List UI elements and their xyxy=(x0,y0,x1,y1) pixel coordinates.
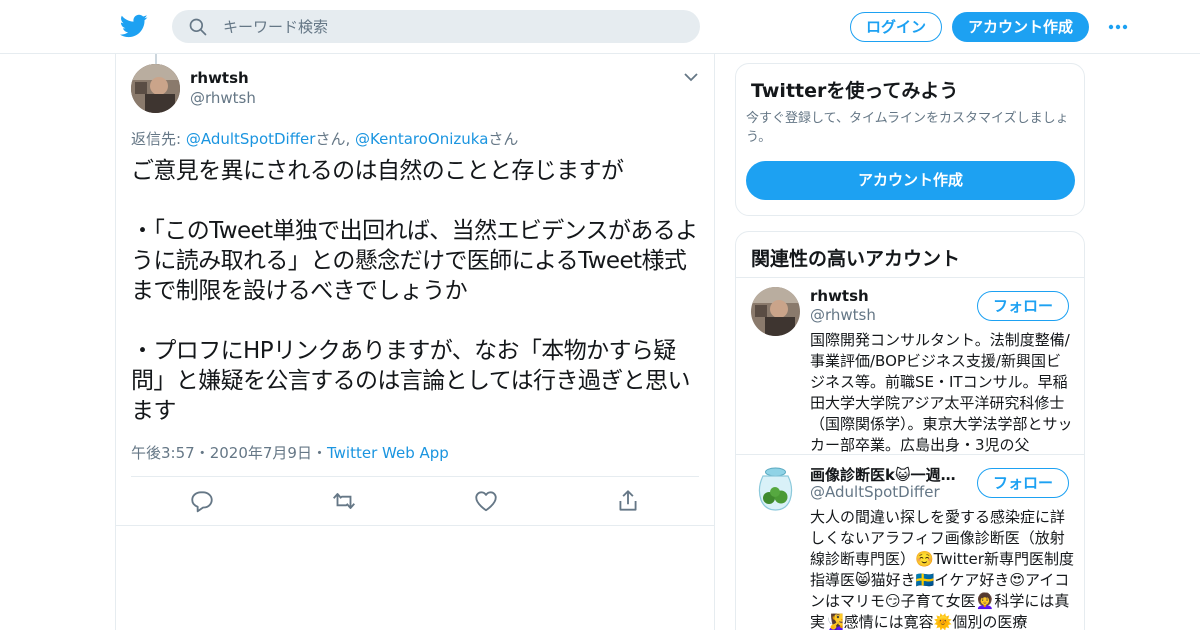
avatar-photo xyxy=(131,64,180,113)
avatar[interactable] xyxy=(131,64,180,113)
more-dots-icon[interactable] xyxy=(1106,15,1130,39)
account-bio: 大人の間違い探しを愛する感染症に詳しくないアラフィフ画像診断医（放射線診断専門医… xyxy=(810,508,1074,630)
promo-title: Twitterを使ってみよう xyxy=(751,80,959,102)
account-name[interactable]: rhwtsh xyxy=(810,287,960,305)
related-accounts-card: 関連性の高いアカウント rhwtsh @rhwtsh フォロー 国際開発コンサル… xyxy=(735,231,1085,630)
search-bar[interactable]: キーワード検索 xyxy=(172,10,700,43)
thread-connector xyxy=(155,54,157,64)
reply-mention-link[interactable]: @KentaroOnizuka xyxy=(355,130,488,148)
reply-suffix: さん, xyxy=(315,130,355,148)
retweet-icon[interactable] xyxy=(331,488,357,514)
login-button[interactable]: ログイン xyxy=(850,12,942,42)
like-icon[interactable] xyxy=(473,488,499,514)
reply-to-line: 返信先: @AdultSpotDifferさん, @KentaroOnizuka… xyxy=(131,128,518,149)
promo-description: 今すぐ登録して、タイムラインをカスタマイズしましょう。 xyxy=(746,111,1069,145)
signup-promo-card: Twitterを使ってみよう 今すぐ登録して、タイムラインをカスタマイズしましょ… xyxy=(735,63,1085,216)
divider xyxy=(131,476,699,477)
tweet-actions xyxy=(131,488,699,514)
reply-suffix: さん xyxy=(488,130,519,148)
reply-icon[interactable] xyxy=(189,488,215,514)
promo-signup-button[interactable]: アカウント作成 xyxy=(746,161,1075,200)
account-name[interactable]: 画像診断医k😺一週… xyxy=(810,464,960,485)
separator-dot: ・ xyxy=(194,444,210,462)
follow-button[interactable]: フォロー xyxy=(977,468,1069,498)
reply-prefix: 返信先: xyxy=(131,130,186,148)
related-title: 関連性の高いアカウント xyxy=(751,248,961,270)
account-avatar[interactable] xyxy=(751,464,800,513)
marimo-jar-icon xyxy=(751,464,800,513)
account-avatar[interactable] xyxy=(751,287,800,336)
tweet-text: ご意見を異にされるのは自然のことと存じますが ・「このTweet単独で出回れば、… xyxy=(131,158,698,424)
avatar-photo xyxy=(751,287,800,336)
tweet-author-handle[interactable]: @rhwtsh xyxy=(190,89,256,107)
reply-mention-link[interactable]: @AdultSpotDiffer xyxy=(186,130,316,148)
search-icon xyxy=(189,18,207,36)
account-bio: 国際開発コンサルタント。法制度整備/事業評価/BOPビジネス支援/新興国ビジネス… xyxy=(810,331,1073,454)
account-handle[interactable]: @AdultSpotDiffer xyxy=(810,483,940,501)
signup-button[interactable]: アカウント作成 xyxy=(952,12,1089,42)
related-account-item[interactable]: 画像診断医k😺一週… @AdultSpotDiffer フォロー 大人の間違い探… xyxy=(736,454,1084,630)
account-handle[interactable]: @rhwtsh xyxy=(810,306,876,324)
tweet-date[interactable]: 2020年7月9日 xyxy=(210,444,312,462)
chevron-down-icon[interactable] xyxy=(683,69,699,85)
top-navigation: キーワード検索 ログイン アカウント作成 xyxy=(0,0,1200,54)
search-input[interactable]: キーワード検索 xyxy=(223,17,328,37)
related-account-item[interactable]: rhwtsh @rhwtsh フォロー 国際開発コンサルタント。法制度整備/事業… xyxy=(736,277,1084,454)
separator-dot: ・ xyxy=(311,444,327,462)
twitter-bird-icon[interactable] xyxy=(120,12,148,40)
divider xyxy=(115,525,715,526)
tweet-time[interactable]: 午後3:57 xyxy=(131,444,195,462)
tweet-metadata: 午後3:57・2020年7月9日・Twitter Web App xyxy=(131,442,449,463)
follow-button[interactable]: フォロー xyxy=(977,291,1069,321)
tweet-source-link[interactable]: Twitter Web App xyxy=(327,444,449,462)
share-icon[interactable] xyxy=(615,488,641,514)
tweet-author-name[interactable]: rhwtsh xyxy=(190,69,249,87)
